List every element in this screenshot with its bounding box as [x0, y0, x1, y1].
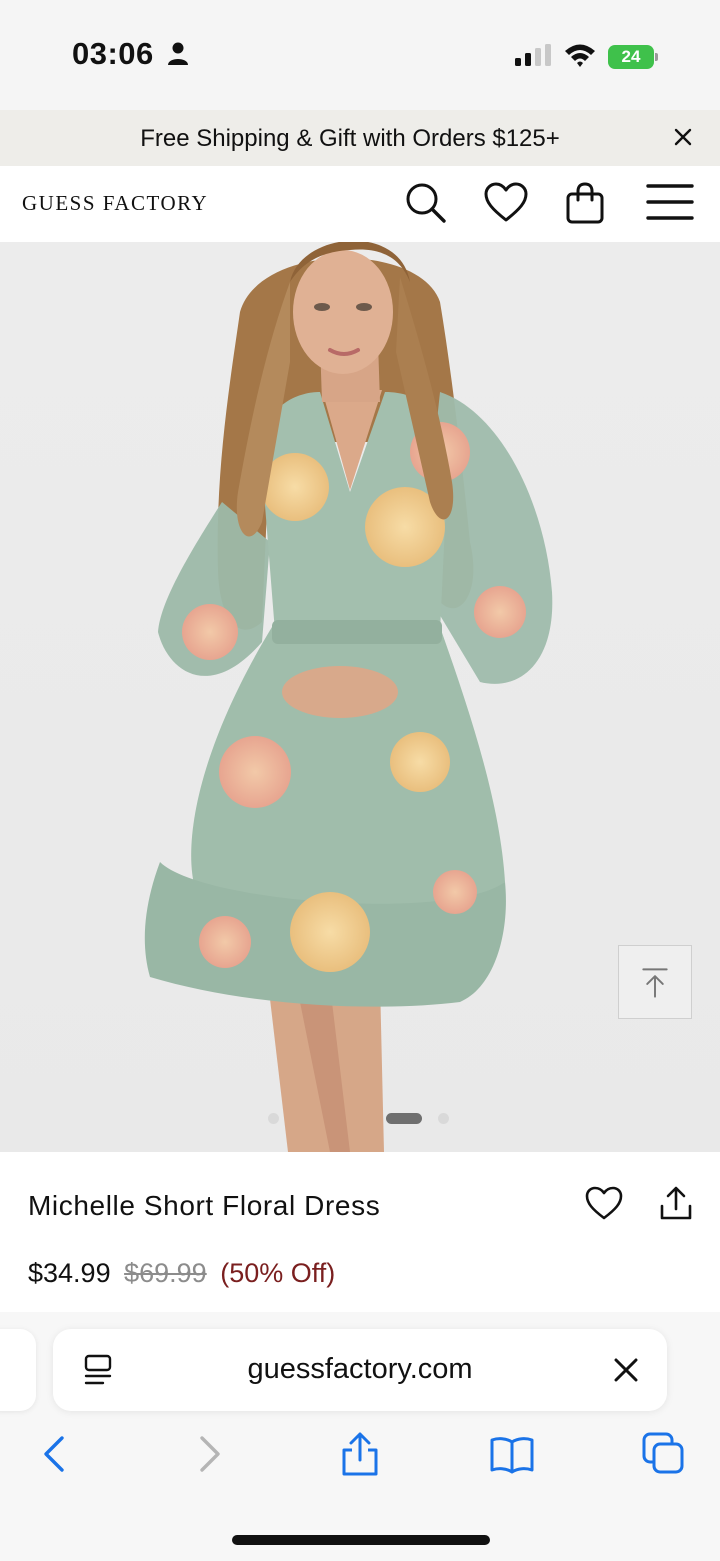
heart-icon[interactable]	[584, 1184, 624, 1224]
battery-cap	[655, 53, 658, 61]
forward-icon[interactable]	[186, 1430, 234, 1478]
status-time: 03:06	[72, 36, 154, 71]
bookmarks-icon[interactable]	[488, 1430, 536, 1478]
cellular-signal-icon	[515, 44, 551, 66]
carousel-pagination	[268, 1109, 458, 1125]
share-icon[interactable]	[656, 1184, 696, 1224]
product-image-carousel[interactable]	[0, 242, 720, 1152]
discount-label: (50% Off)	[220, 1258, 336, 1288]
status-bar: 03:06 24	[0, 0, 720, 110]
back-icon[interactable]	[30, 1430, 78, 1478]
browser-chrome: guessfactory.com	[0, 1312, 720, 1561]
close-icon[interactable]	[609, 1353, 643, 1387]
carousel-dot-active[interactable]	[386, 1113, 422, 1124]
product-name: Michelle Short Floral Dress	[28, 1190, 381, 1221]
hamburger-menu-icon[interactable]	[646, 180, 694, 226]
close-icon[interactable]	[668, 122, 698, 152]
battery-level: 24	[608, 45, 654, 69]
heart-icon[interactable]	[482, 180, 530, 226]
promo-text: Free Shipping & Gift with Orders $125+	[140, 125, 560, 152]
tabs-icon[interactable]	[640, 1430, 688, 1478]
carousel-dot[interactable]	[438, 1113, 449, 1124]
product-photo	[144, 242, 553, 1152]
shopping-bag-icon[interactable]	[561, 180, 609, 226]
site-header: GUESS FACTORY	[0, 166, 720, 242]
home-indicator[interactable]	[232, 1535, 490, 1545]
carousel-dot[interactable]	[268, 1113, 279, 1124]
promo-banner: Free Shipping & Gift with Orders $125+	[0, 110, 720, 166]
arrow-up-to-top-icon[interactable]	[618, 945, 692, 1019]
wifi-icon	[565, 44, 595, 67]
previous-tab-peek[interactable]	[0, 1329, 36, 1411]
address-bar[interactable]: guessfactory.com	[53, 1329, 667, 1411]
battery-indicator: 24	[608, 45, 658, 69]
search-icon[interactable]	[402, 180, 450, 226]
product-info: Michelle Short Floral Dress $34.99 $69.9…	[0, 1152, 720, 1312]
url-text[interactable]: guessfactory.com	[53, 1353, 667, 1386]
person-icon	[168, 42, 188, 65]
sale-price: $34.99	[28, 1258, 111, 1288]
price-row: $34.99 $69.99 (50% Off)	[28, 1258, 335, 1289]
original-price: $69.99	[124, 1258, 207, 1288]
site-logo[interactable]: GUESS FACTORY	[22, 191, 208, 216]
share-icon[interactable]	[336, 1430, 384, 1478]
